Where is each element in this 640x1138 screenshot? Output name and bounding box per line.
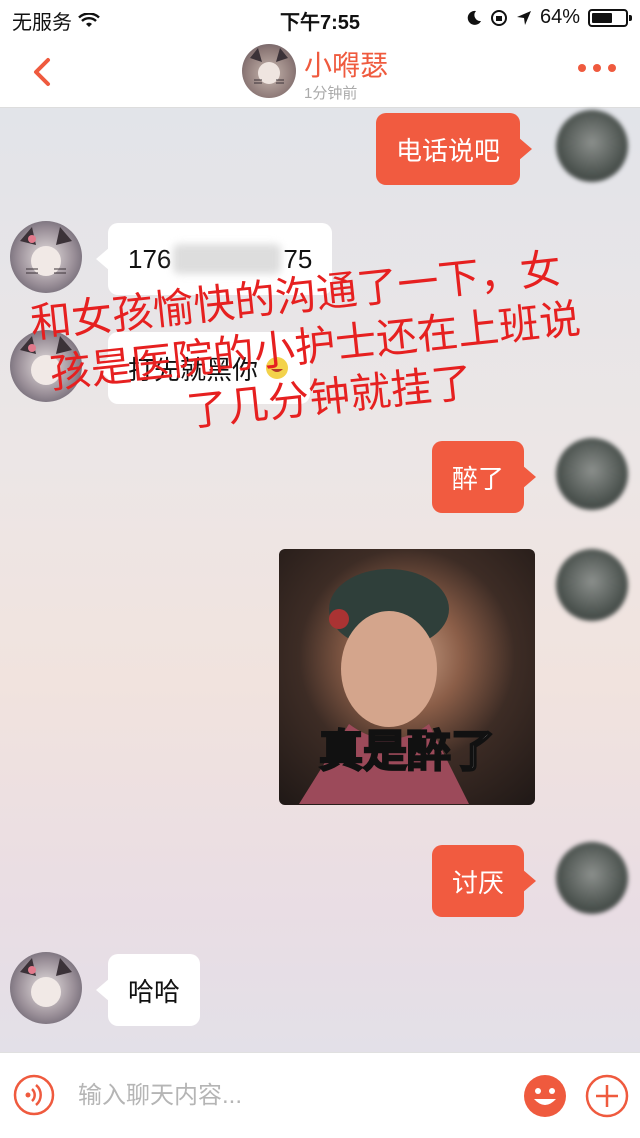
contact-avatar[interactable]	[242, 44, 296, 98]
status-right: 64%	[466, 6, 632, 29]
message-text: 哈哈	[128, 976, 181, 1007]
cat-ears-icon	[250, 48, 288, 84]
message-text: 醉了	[452, 463, 505, 494]
my-avatar[interactable]	[556, 842, 628, 914]
message-text: 电话说吧	[396, 135, 501, 166]
more-dot-icon	[593, 64, 601, 72]
message-text: 讨厌	[452, 867, 505, 898]
redacted-digits	[173, 244, 282, 274]
cat-face-icon	[20, 227, 72, 276]
battery-percent: 64%	[539, 6, 580, 28]
rotation-lock-icon	[490, 9, 507, 26]
more-dot-icon	[608, 64, 616, 72]
my-avatar[interactable]	[556, 549, 628, 621]
more-button[interactable]	[578, 64, 616, 72]
my-avatar[interactable]	[556, 438, 628, 510]
chat-input[interactable]	[78, 1071, 498, 1121]
add-button[interactable]	[584, 1073, 630, 1119]
image-caption: 真是醉了	[318, 725, 496, 778]
back-button[interactable]	[24, 52, 64, 92]
status-bar: 无服务 下午7:55 64%	[0, 0, 640, 36]
chat-header: 小嘚瑟 1分钟前	[0, 36, 640, 108]
contact-avatar-small[interactable]	[10, 952, 82, 1024]
more-dot-icon	[578, 64, 586, 72]
location-icon	[516, 10, 531, 25]
contact-name: 小嘚瑟	[304, 50, 389, 81]
contact-avatar-small[interactable]	[10, 221, 82, 293]
battery-level	[592, 12, 613, 23]
emoji-button[interactable]	[522, 1073, 568, 1119]
battery-icon	[588, 8, 632, 27]
message-bubble-in[interactable]: 哈哈	[95, 954, 201, 1026]
message-bubble-out[interactable]: 讨厌	[432, 845, 537, 917]
last-seen: 1分钟前	[304, 85, 358, 102]
moon-icon	[467, 10, 481, 25]
input-bar	[0, 1052, 640, 1138]
my-avatar[interactable]	[556, 110, 628, 182]
message-bubble-out[interactable]: 电话说吧	[376, 113, 533, 185]
cat-face-icon	[20, 958, 72, 1007]
voice-button[interactable]	[12, 1073, 56, 1117]
phone-prefix: 176	[128, 243, 172, 274]
message-bubble-out[interactable]: 醉了	[432, 441, 537, 513]
image-message[interactable]: 真是醉了	[279, 549, 535, 805]
